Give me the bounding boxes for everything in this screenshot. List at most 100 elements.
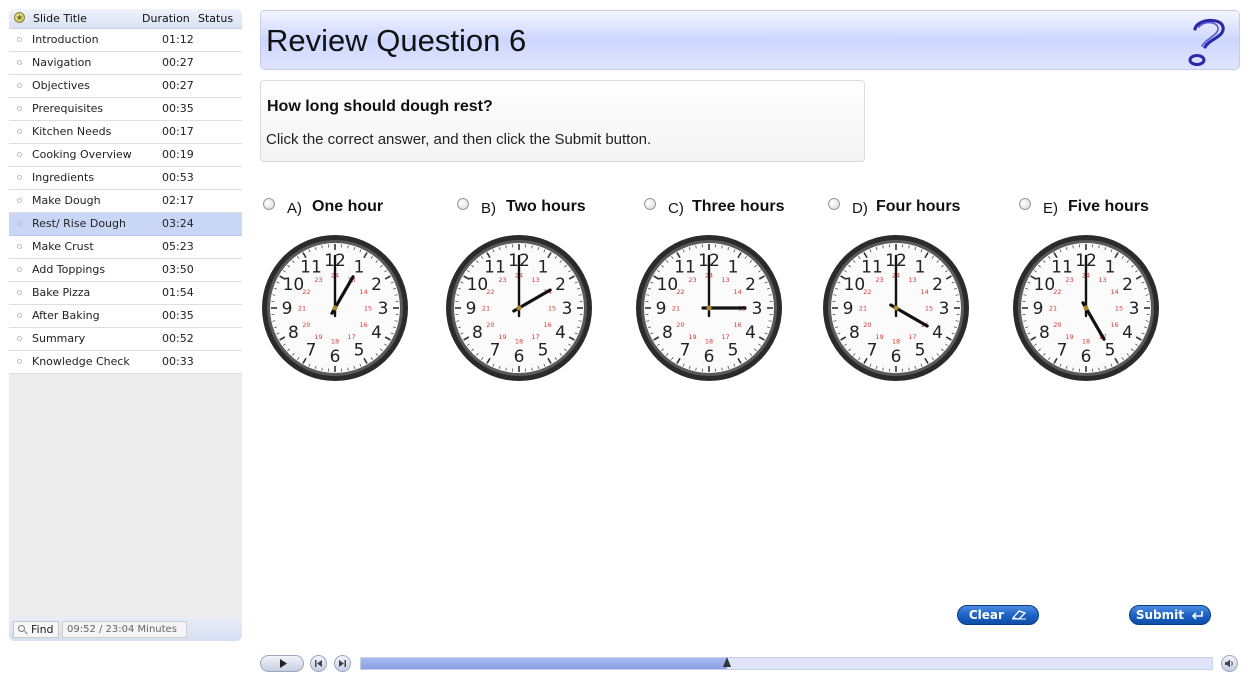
slide-list-item[interactable]: Make Crust 05:23	[9, 236, 242, 259]
clock-image[interactable]: 121234567891011241314151617181920212223	[635, 234, 783, 382]
answer-radio[interactable]	[457, 198, 469, 210]
play-icon	[280, 659, 287, 668]
slide-title-bar: Review Question 6	[260, 10, 1240, 70]
slide-list-item[interactable]: Kitchen Needs 00:17	[9, 121, 242, 144]
clock-inner-number: 21	[482, 305, 490, 313]
status-dot-icon	[17, 336, 22, 341]
clock-inner-number: 20	[676, 321, 684, 329]
clock-inner-number: 20	[486, 321, 494, 329]
answer-option[interactable]: E) Five hours	[1019, 196, 1179, 222]
answer-radio[interactable]	[828, 198, 840, 210]
slide-list-item[interactable]: Make Dough 02:17	[9, 190, 242, 213]
status-dot-icon	[17, 37, 22, 42]
clock-inner-number: 18	[331, 338, 339, 346]
slide-list-item[interactable]: Add Toppings 03:50	[9, 259, 242, 282]
question-box: How long should dough rest? Click the co…	[260, 80, 865, 162]
clock-number: 10	[844, 275, 866, 295]
clock-inner-number: 23	[498, 276, 506, 284]
clock-inner-number: 15	[364, 305, 372, 313]
slide-title: Navigation	[32, 56, 92, 69]
clock-inner-number: 15	[1115, 305, 1123, 313]
slide-list-item[interactable]: Cooking Overview 00:19	[9, 144, 242, 167]
clock-inner-number: 19	[875, 333, 883, 341]
slide-list-item[interactable]: Objectives 00:27	[9, 75, 242, 98]
volume-button[interactable]	[1221, 655, 1238, 672]
slide-title: Cooking Overview	[32, 148, 132, 161]
clock-number: 2	[1122, 275, 1133, 295]
clock-image[interactable]: 121234567891011241314151617181920212223	[822, 234, 970, 382]
clock-number: 7	[680, 341, 691, 361]
speaker-icon	[1225, 659, 1233, 668]
slide-list-header: ★ Slide Title Duration Status	[9, 9, 242, 29]
find-label: Find	[31, 623, 54, 636]
next-button[interactable]	[334, 655, 351, 672]
slide-duration: 05:23	[162, 240, 194, 253]
slide-list-item[interactable]: Summary 00:52	[9, 328, 242, 351]
clock-inner-number: 13	[531, 276, 539, 284]
clock-number: 1	[728, 257, 739, 277]
answer-letter: C)	[668, 200, 684, 217]
clock-number: 2	[932, 275, 943, 295]
answer-radio[interactable]	[263, 198, 275, 210]
clock-image[interactable]: 121234567891011241314151617181920212223	[261, 234, 409, 382]
slide-list-item[interactable]: Prerequisites 00:35	[9, 98, 242, 121]
slide-duration: 01:12	[162, 33, 194, 46]
clock-number: 1	[1105, 257, 1116, 277]
clock-number: 10	[1034, 275, 1056, 295]
clock-number: 4	[932, 323, 943, 343]
slide-title: Add Toppings	[32, 263, 106, 276]
answer-radio[interactable]	[1019, 198, 1031, 210]
clock-inner-number: 18	[892, 338, 900, 346]
clock-center-pin	[706, 305, 712, 311]
answer-radio[interactable]	[644, 198, 656, 210]
slide-list-item[interactable]: Rest/ Rise Dough 03:24	[9, 213, 242, 236]
clock-inner-number: 14	[733, 288, 741, 296]
clear-label: Clear	[968, 608, 1004, 622]
answer-option[interactable]: A) One hour	[263, 196, 423, 222]
clock-inner-number: 22	[302, 288, 310, 296]
slide-title: Knowledge Check	[32, 355, 130, 368]
answer-option[interactable]: B) Two hours	[457, 196, 617, 222]
clock-number: 8	[288, 323, 299, 343]
progress-slider[interactable]	[360, 657, 1213, 670]
clock-inner-number: 19	[1065, 333, 1073, 341]
clear-button[interactable]: Clear	[957, 605, 1039, 625]
slide-list-item[interactable]: Knowledge Check 00:33	[9, 351, 242, 374]
clock-inner-number: 17	[721, 333, 729, 341]
previous-button[interactable]	[310, 655, 327, 672]
page-title: Review Question 6	[266, 23, 527, 58]
clock-image[interactable]: 121234567891011241314151617181920212223	[1012, 234, 1160, 382]
answer-letter: E)	[1043, 200, 1058, 217]
clock-number: 9	[282, 299, 293, 319]
clock-number: 3	[562, 299, 573, 319]
find-button[interactable]: Find	[13, 621, 59, 638]
status-dot-icon	[17, 359, 22, 364]
clock-number: 2	[745, 275, 756, 295]
clock-number: 9	[656, 299, 667, 319]
clock-number: 5	[728, 341, 739, 361]
slide-list-item[interactable]: Introduction 01:12	[9, 29, 242, 52]
slide-list-item[interactable]: Bake Pizza 01:54	[9, 282, 242, 305]
clock-number: 9	[1033, 299, 1044, 319]
column-header-duration: Duration	[142, 12, 190, 25]
slide-list-item[interactable]: Navigation 00:27	[9, 52, 242, 75]
answer-text: Three hours	[692, 198, 785, 215]
answer-option[interactable]: C) Three hours	[644, 196, 804, 222]
clock-inner-number: 20	[863, 321, 871, 329]
clock-inner-number: 23	[1065, 276, 1073, 284]
slide-list-item[interactable]: Ingredients 00:53	[9, 167, 242, 190]
progress-handle[interactable]	[722, 657, 731, 667]
sidebar-footer: Find 09:52 / 23:04 Minutes	[9, 617, 242, 641]
status-dot-icon	[17, 152, 22, 157]
clock-inner-number: 21	[1049, 305, 1057, 313]
clock-inner-number: 14	[920, 288, 928, 296]
slide-title: After Baking	[32, 309, 100, 322]
answer-option[interactable]: D) Four hours	[828, 196, 988, 222]
submit-button[interactable]: Submit	[1129, 605, 1211, 625]
clock-inner-number: 15	[548, 305, 556, 313]
progress-fill	[361, 658, 727, 669]
clock-image[interactable]: 121234567891011241314151617181920212223	[445, 234, 593, 382]
slide-list-item[interactable]: After Baking 00:35	[9, 305, 242, 328]
answer-text: One hour	[312, 198, 384, 215]
play-button[interactable]	[260, 655, 304, 672]
